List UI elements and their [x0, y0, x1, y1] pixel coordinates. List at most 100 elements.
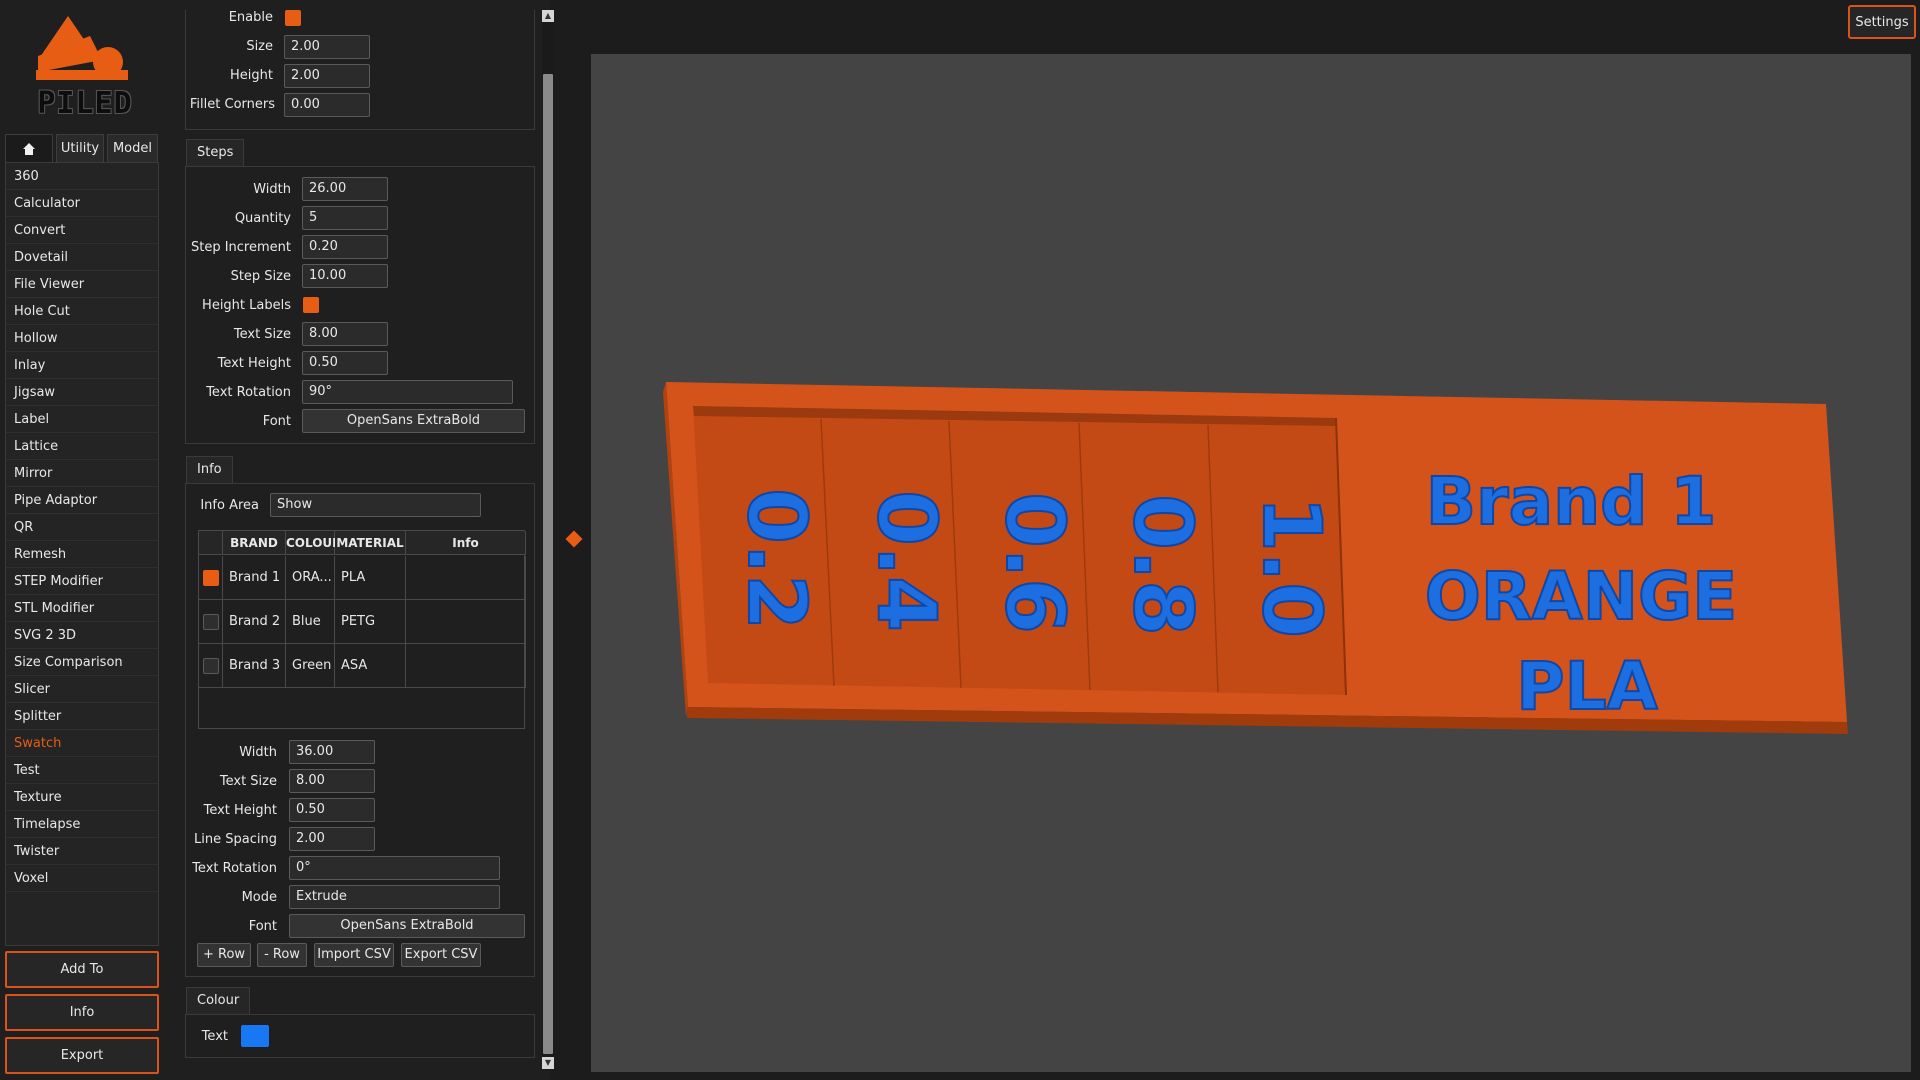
sidebar-item-pipe-adaptor[interactable]: Pipe Adaptor [6, 487, 158, 514]
tab-home[interactable] [5, 134, 53, 162]
settings-button[interactable]: Settings [1848, 5, 1916, 39]
info-area-label: Info Area [200, 498, 259, 513]
table-row-checkbox[interactable] [199, 556, 223, 600]
info-text-height-input[interactable]: 0.50 [289, 798, 375, 822]
info-line-colour: ORANGE [1425, 558, 1738, 635]
table-row-checkbox[interactable] [199, 644, 223, 688]
sidebar-item-svg-2-3d[interactable]: SVG 2 3D [6, 622, 158, 649]
table-cell-brand[interactable]: Brand 3 [223, 644, 286, 688]
3d-viewport[interactable]: 0.2 0.4 0.6 0.8 1.0 Brand 1 ORANGE PLA [591, 54, 1911, 1072]
table-cell-info[interactable] [406, 556, 526, 600]
splitter-handle-icon[interactable] [565, 530, 583, 548]
table-header-colour[interactable]: COLOUR [286, 531, 341, 555]
steps-text-height-label: Text Height [217, 356, 291, 371]
line-spacing-label: Line Spacing [194, 832, 277, 847]
sidebar-item-voxel[interactable]: Voxel [6, 865, 158, 892]
table-cell-material[interactable]: ASA [335, 644, 406, 688]
table-header-material[interactable]: MATERIAL [335, 531, 406, 555]
export-csv-button[interactable]: Export CSV [401, 943, 481, 967]
enable-checkbox[interactable] [285, 10, 301, 26]
table-cell-brand[interactable]: Brand 1 [223, 556, 286, 600]
text-colour-label: Text [201, 1029, 228, 1044]
tab-utility[interactable]: Utility [56, 134, 104, 162]
table-header-info[interactable]: Info [406, 531, 526, 555]
row-select-checkbox[interactable] [203, 614, 219, 630]
sidebar-item-twister[interactable]: Twister [6, 838, 158, 865]
quantity-input[interactable]: 5 [302, 206, 388, 230]
sidebar-item-slicer[interactable]: Slicer [6, 676, 158, 703]
sidebar-item-size-comparison[interactable]: Size Comparison [6, 649, 158, 676]
table-cell-colour[interactable]: Blue [286, 600, 335, 644]
swatch-model: 0.2 0.4 0.6 0.8 1.0 Brand 1 ORANGE PLA [663, 382, 1848, 734]
info-area-select[interactable]: Show [270, 493, 481, 517]
step-label-1: 0.2 [730, 488, 823, 630]
table-cell-info[interactable] [406, 644, 526, 688]
text-colour-swatch[interactable] [241, 1025, 269, 1047]
info-font-button[interactable]: OpenSans ExtraBold [289, 914, 525, 938]
table-cell-info[interactable] [406, 600, 526, 644]
sidebar-item-texture[interactable]: Texture [6, 784, 158, 811]
step-increment-input[interactable]: 0.20 [302, 235, 388, 259]
sidebar-item-splitter[interactable]: Splitter [6, 703, 158, 730]
sidebar-item-test[interactable]: Test [6, 757, 158, 784]
sidebar-item-label[interactable]: Label [6, 406, 158, 433]
mode-select[interactable]: Extrude [289, 885, 500, 909]
sidebar-item-swatch[interactable]: Swatch [6, 730, 158, 757]
info-width-input[interactable]: 36.00 [289, 740, 375, 764]
table-header-brand[interactable]: BRAND [223, 531, 286, 555]
row-select-checkbox[interactable] [203, 658, 219, 674]
sidebar-item-file-viewer[interactable]: File Viewer [6, 271, 158, 298]
add-row-button[interactable]: + Row [197, 943, 251, 967]
info-width-label: Width [239, 745, 277, 760]
sidebar-item-remesh[interactable]: Remesh [6, 541, 158, 568]
sidebar-item-calculator[interactable]: Calculator [6, 190, 158, 217]
sidebar-item-jigsaw[interactable]: Jigsaw [6, 379, 158, 406]
import-csv-button[interactable]: Import CSV [314, 943, 394, 967]
table-cell-brand[interactable]: Brand 2 [223, 600, 286, 644]
scroll-down-arrow-icon[interactable]: ▼ [542, 1057, 554, 1069]
info-text-rotation-input[interactable]: 0° [289, 856, 500, 880]
sidebar-item-hole-cut[interactable]: Hole Cut [6, 298, 158, 325]
sidebar-item-timelapse[interactable]: Timelapse [6, 811, 158, 838]
size-label: Size [246, 39, 273, 54]
table-cell-colour[interactable]: ORA... [286, 556, 335, 600]
sidebar-item-stl-modifier[interactable]: STL Modifier [6, 595, 158, 622]
table-cell-material[interactable]: PETG [335, 600, 406, 644]
sidebar-item-dovetail[interactable]: Dovetail [6, 244, 158, 271]
sidebar-item-step-modifier[interactable]: STEP Modifier [6, 568, 158, 595]
tab-model[interactable]: Model [107, 134, 158, 162]
table-cell-material[interactable]: PLA [335, 556, 406, 600]
sidebar-item-inlay[interactable]: Inlay [6, 352, 158, 379]
height-input[interactable]: 2.00 [284, 64, 370, 88]
line-spacing-input[interactable]: 2.00 [289, 827, 375, 851]
sidebar-item-360[interactable]: 360 [6, 163, 158, 190]
steps-text-size-input[interactable]: 8.00 [302, 322, 388, 346]
export-button[interactable]: Export [5, 1037, 159, 1074]
remove-row-button[interactable]: - Row [257, 943, 307, 967]
add-to-button[interactable]: Add To [5, 951, 159, 988]
sidebar-item-hollow[interactable]: Hollow [6, 325, 158, 352]
step-size-input[interactable]: 10.00 [302, 264, 388, 288]
steps-font-button[interactable]: OpenSans ExtraBold [302, 409, 525, 433]
info-text-height-label: Text Height [203, 803, 277, 818]
steps-width-input[interactable]: 26.00 [302, 177, 388, 201]
steps-text-rotation-input[interactable]: 90° [302, 380, 513, 404]
table-cell-colour[interactable]: Green [286, 644, 335, 688]
scroll-up-arrow-icon[interactable]: ▲ [542, 10, 554, 22]
info-text-size-input[interactable]: 8.00 [289, 769, 375, 793]
height-labels-checkbox[interactable] [303, 297, 319, 313]
quantity-label: Quantity [234, 211, 291, 226]
sidebar-item-lattice[interactable]: Lattice [6, 433, 158, 460]
table-row-checkbox[interactable] [199, 600, 223, 644]
sidebar-item-convert[interactable]: Convert [6, 217, 158, 244]
table-header-select[interactable] [199, 531, 223, 555]
row-select-checkbox[interactable] [203, 570, 219, 586]
panel-scroll-thumb[interactable] [543, 74, 553, 1054]
size-input[interactable]: 2.00 [284, 35, 370, 59]
steps-text-height-input[interactable]: 0.50 [302, 351, 388, 375]
sidebar-item-mirror[interactable]: Mirror [6, 460, 158, 487]
piled-logo: PILED [30, 14, 140, 122]
info-button[interactable]: Info [5, 994, 159, 1031]
sidebar-item-qr[interactable]: QR [6, 514, 158, 541]
fillet-corners-input[interactable]: 0.00 [284, 93, 370, 117]
